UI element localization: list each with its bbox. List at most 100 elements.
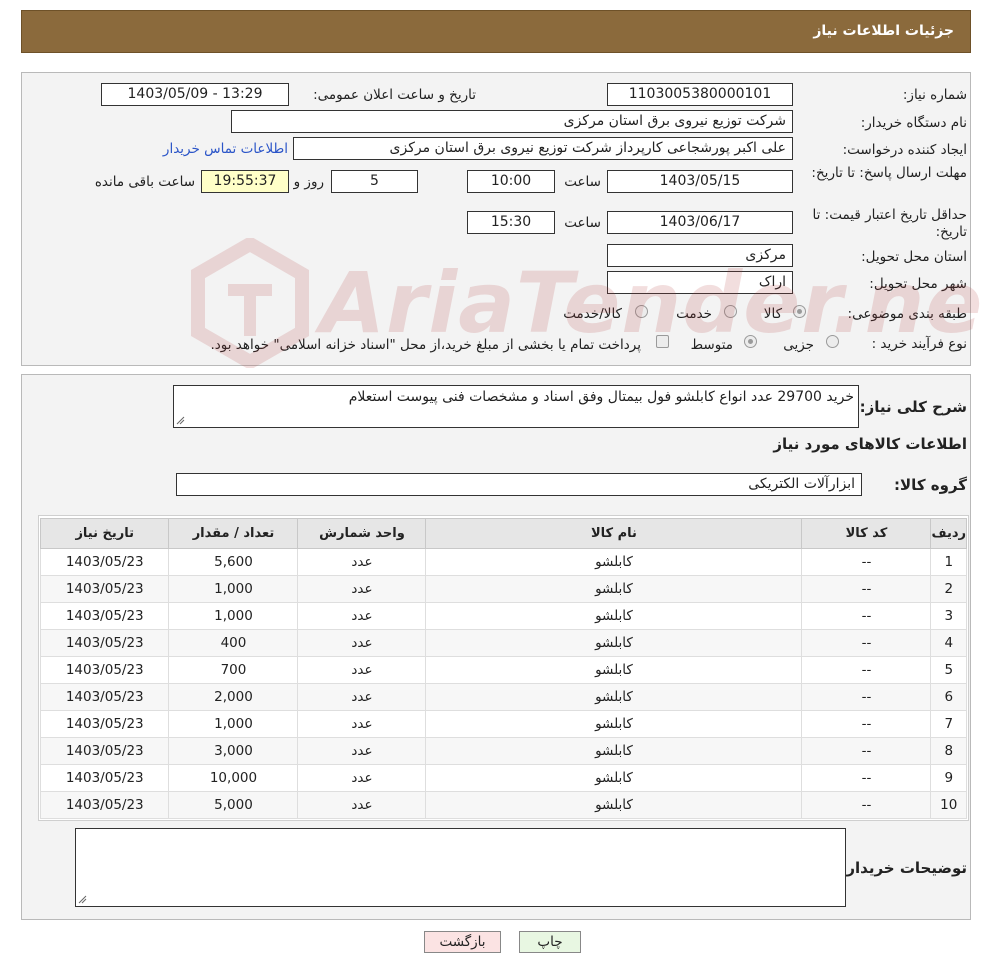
- summary-text: خرید 29700 عدد انواع کابلشو فول بیمتال و…: [348, 389, 854, 405]
- treasury-checkbox[interactable]: [656, 335, 669, 348]
- resize-grip-icon[interactable]: [78, 895, 87, 904]
- category-radio-goods[interactable]: [793, 305, 806, 318]
- item-need-date: 1403/05/23: [39, 710, 170, 738]
- deadline-time-label: ساعت: [564, 174, 601, 190]
- item-unit: عدد: [297, 710, 427, 738]
- item-code: --: [801, 548, 932, 576]
- item-unit: عدد: [297, 548, 427, 576]
- row-number: 10: [930, 791, 967, 819]
- table-row: 7 -- کابلشو عدد 1,000 1403/05/23: [39, 710, 967, 738]
- item-code: --: [801, 710, 932, 738]
- item-need-date: 1403/05/23: [39, 764, 170, 792]
- item-code: --: [801, 629, 932, 657]
- col-quantity: تعداد / مقدار: [168, 518, 299, 549]
- item-unit: عدد: [297, 656, 427, 684]
- item-quantity: 400: [168, 629, 299, 657]
- row-number: 1: [930, 548, 967, 576]
- item-need-date: 1403/05/23: [39, 629, 170, 657]
- table-row: 2 -- کابلشو عدد 1,000 1403/05/23: [39, 575, 967, 603]
- col-unit: واحد شمارش: [297, 518, 427, 549]
- category-radio-service[interactable]: [724, 305, 737, 318]
- days-remaining-field: 5: [331, 170, 418, 193]
- payment-note: پرداخت تمام یا بخشی از مبلغ خرید،از محل …: [210, 337, 641, 353]
- col-code: کد کالا: [801, 518, 932, 549]
- need-number-label: شماره نیاز:: [902, 87, 967, 103]
- validity-time-label: ساعت: [564, 215, 601, 231]
- item-code: --: [801, 656, 932, 684]
- category-radio-goods-service[interactable]: [635, 305, 648, 318]
- back-button[interactable]: بازگشت: [424, 931, 501, 953]
- process-radio-minor[interactable]: [826, 335, 839, 348]
- category-option-goods: کالا: [763, 306, 782, 322]
- table-row: 4 -- کابلشو عدد 400 1403/05/23: [39, 629, 967, 657]
- summary-field: خرید 29700 عدد انواع کابلشو فول بیمتال و…: [173, 385, 859, 428]
- summary-label: شرح کلی نیاز:: [859, 398, 967, 416]
- buyer-notes-label: توضیحات خریدار:: [840, 859, 967, 877]
- item-name: کابلشو: [425, 575, 803, 603]
- row-number: 2: [930, 575, 967, 603]
- item-quantity: 1,000: [168, 575, 299, 603]
- print-button[interactable]: چاپ: [519, 931, 581, 953]
- announce-label: تاریخ و ساعت اعلان عمومی:: [313, 87, 476, 103]
- deadline-time-field: 10:00: [467, 170, 555, 193]
- item-quantity: 5,600: [168, 548, 299, 576]
- validity-time-field: 15:30: [467, 211, 555, 234]
- province-label: استان محل تحویل:: [861, 249, 967, 265]
- deadline-date-field: 1403/05/15: [607, 170, 793, 193]
- requester-label: ایجاد کننده درخواست:: [842, 142, 967, 158]
- row-number: 8: [930, 737, 967, 765]
- item-unit: عدد: [297, 575, 427, 603]
- announce-field: 1403/05/09 - 13:29: [101, 83, 289, 106]
- item-need-date: 1403/05/23: [39, 683, 170, 711]
- col-need-date: تاریخ نیاز: [39, 518, 170, 549]
- deadline-label: مهلت ارسال پاسخ: تا تاریخ:: [811, 165, 967, 181]
- item-name: کابلشو: [425, 737, 803, 765]
- buyer-contact-link[interactable]: اطلاعات تماس خریدار: [163, 141, 288, 157]
- col-row: ردیف: [930, 518, 967, 549]
- item-unit: عدد: [297, 602, 427, 630]
- item-code: --: [801, 683, 932, 711]
- row-number: 4: [930, 629, 967, 657]
- item-code: --: [801, 737, 932, 765]
- item-name: کابلشو: [425, 764, 803, 792]
- resize-grip-icon[interactable]: [176, 416, 185, 425]
- item-need-date: 1403/05/23: [39, 548, 170, 576]
- table-row: 9 -- کابلشو عدد 10,000 1403/05/23: [39, 764, 967, 792]
- item-quantity: 2,000: [168, 683, 299, 711]
- process-radio-medium[interactable]: [744, 335, 757, 348]
- table-row: 5 -- کابلشو عدد 700 1403/05/23: [39, 656, 967, 684]
- item-code: --: [801, 791, 932, 819]
- item-quantity: 700: [168, 656, 299, 684]
- category-option-goods-service: کالا/خدمت: [563, 306, 622, 322]
- remaining-time-field: 19:55:37: [201, 170, 289, 193]
- item-name: کابلشو: [425, 683, 803, 711]
- item-need-date: 1403/05/23: [39, 602, 170, 630]
- item-code: --: [801, 602, 932, 630]
- process-option-minor: جزیی: [783, 337, 814, 353]
- item-need-date: 1403/05/23: [39, 791, 170, 819]
- item-need-date: 1403/05/23: [39, 575, 170, 603]
- category-option-service: خدمت: [676, 306, 712, 322]
- goods-group-label: گروه کالا:: [894, 476, 967, 494]
- table-row: 8 -- کابلشو عدد 3,000 1403/05/23: [39, 737, 967, 765]
- requester-field: علی اکبر پورشجاعی کارپرداز شرکت توزیع نی…: [293, 137, 793, 160]
- buyer-notes-field[interactable]: [75, 828, 846, 907]
- process-label: نوع فرآیند خرید :: [871, 336, 967, 352]
- goods-section-title: اطلاعات کالاهای مورد نیاز: [773, 435, 967, 453]
- row-number: 3: [930, 602, 967, 630]
- item-need-date: 1403/05/23: [39, 737, 170, 765]
- item-name: کابلشو: [425, 602, 803, 630]
- col-name: نام کالا: [425, 518, 803, 549]
- item-need-date: 1403/05/23: [39, 656, 170, 684]
- city-field: اراک: [607, 271, 793, 294]
- item-name: کابلشو: [425, 710, 803, 738]
- item-code: --: [801, 764, 932, 792]
- item-name: کابلشو: [425, 629, 803, 657]
- goods-group-field: ابزارآلات الکتریکی: [176, 473, 862, 496]
- item-unit: عدد: [297, 683, 427, 711]
- table-row: 1 -- کابلشو عدد 5,600 1403/05/23: [39, 548, 967, 576]
- item-unit: عدد: [297, 737, 427, 765]
- item-quantity: 10,000: [168, 764, 299, 792]
- table-row: 10 -- کابلشو عدد 5,000 1403/05/23: [39, 791, 967, 819]
- province-field: مرکزی: [607, 244, 793, 267]
